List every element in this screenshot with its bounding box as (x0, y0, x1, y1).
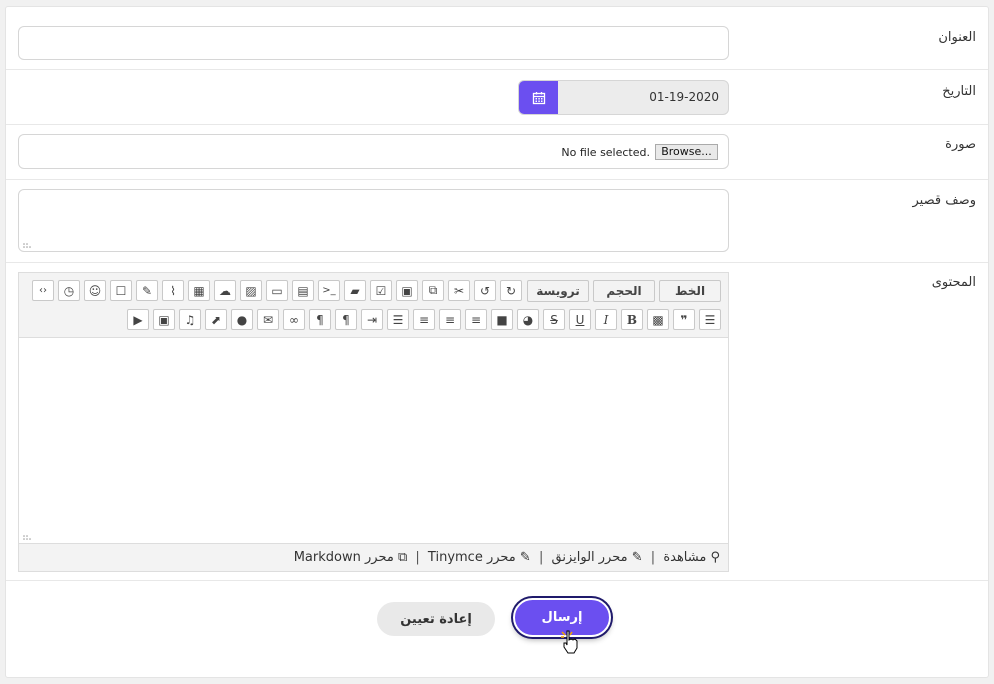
form-panel: العنوان التاريخ 01-19-2020 صورة No file … (5, 6, 989, 678)
align-right-icon[interactable]: ≡ (465, 309, 487, 330)
paste-icon[interactable]: ▣ (396, 280, 418, 301)
browse-button[interactable]: Browse... (655, 144, 718, 160)
size-dropdown[interactable]: الحجم (593, 280, 655, 302)
pilcrow-rtl-icon[interactable]: ¶ (335, 309, 357, 330)
underline-icon[interactable]: U (569, 309, 591, 330)
image-icon[interactable]: ▨ (240, 280, 262, 301)
wysiwyg-mode[interactable]: ✎ محرر الوايزنق (552, 544, 643, 571)
editor-toolbar: الخط الحجم ترويسة ↻ ↺ ✂ ⧉ ▣ ☑ ▰ >_ ▤ ▭ ▨… (18, 272, 729, 338)
image-row: صورة No file selected. Browse... (6, 125, 988, 180)
hand-cursor-icon (561, 630, 578, 654)
mail-icon[interactable]: ✉ (257, 309, 279, 330)
music-icon[interactable]: ♫ (179, 309, 201, 330)
copy-icon[interactable]: ⧉ (422, 280, 444, 301)
file-icon[interactable]: ▤ (292, 280, 314, 301)
list-icon[interactable]: ☰ (699, 309, 721, 330)
code-icon[interactable]: ‹› (32, 280, 54, 301)
pilcrow-icon[interactable]: ¶ (309, 309, 331, 330)
justify-icon[interactable]: ☰ (387, 309, 409, 330)
date-label: التاريخ (942, 84, 976, 99)
file-status: No file selected. (561, 146, 650, 159)
terminal-icon[interactable]: >_ (318, 280, 340, 301)
short-desc-row: وصف قصير (6, 180, 988, 263)
align-center-icon[interactable]: ≡ (439, 309, 461, 330)
quote-icon[interactable]: ❞ (673, 309, 695, 330)
markdown-mode[interactable]: ⧉ محرر Markdown (294, 544, 408, 571)
edit-icon[interactable]: ✎ (136, 280, 158, 301)
edit-square-icon[interactable]: ☐ (110, 280, 132, 301)
preview-label: مشاهدة (663, 550, 707, 565)
preview-mode[interactable]: ⚲ مشاهدة (663, 544, 720, 571)
bold-icon[interactable]: B (621, 309, 643, 330)
separator: | (538, 550, 544, 565)
square-icon[interactable]: ■ (491, 309, 513, 330)
file-input[interactable]: No file selected. Browse... (18, 134, 729, 169)
separator: | (650, 550, 656, 565)
markdown-label: محرر Markdown (293, 550, 394, 565)
calendar-button[interactable] (519, 81, 558, 114)
content-row: المحتوى الخط الحجم ترويسة ↻ ↺ ✂ ⧉ ▣ ☑ ▰ … (6, 263, 988, 581)
edit-icon: ✎ (631, 550, 643, 565)
resize-grip-icon[interactable] (23, 242, 31, 248)
align-left-icon[interactable]: ≡ (413, 309, 435, 330)
date-field[interactable]: 01-19-2020 (518, 80, 729, 115)
edit-icon: ✎ (519, 550, 531, 565)
link-icon[interactable]: ∞ (283, 309, 305, 330)
wysiwyg-label: محرر الوايزنق (551, 550, 628, 565)
archive-icon[interactable]: ▦ (188, 280, 210, 301)
title-input[interactable] (18, 26, 729, 60)
heading-dropdown[interactable]: ترويسة (527, 280, 589, 302)
youtube-icon[interactable]: ▶ (127, 309, 149, 330)
font-dropdown[interactable]: الخط (659, 280, 721, 302)
cut-icon[interactable]: ✂ (448, 280, 470, 301)
link-clip-icon[interactable]: ⌇ (162, 280, 184, 301)
tinymce-label: محرر Tinymce (427, 550, 516, 565)
search-icon: ⚲ (710, 550, 720, 565)
title-row: العنوان (6, 7, 988, 70)
reset-button[interactable]: إعادة تعيين (377, 602, 495, 636)
resize-grip-icon[interactable] (23, 534, 31, 540)
separator: | (415, 550, 420, 565)
short-desc-textarea[interactable] (18, 189, 729, 252)
tinymce-mode[interactable]: ✎ محرر Tinymce (428, 544, 531, 571)
redo-icon[interactable]: ↻ (500, 280, 522, 301)
content-label: المحتوى (931, 275, 976, 290)
qrcode-icon[interactable]: ▩ (647, 309, 669, 330)
image-label: صورة (945, 137, 976, 152)
windows-icon: ⧉ (397, 550, 408, 565)
image-up-icon[interactable]: ⬈ (205, 309, 227, 330)
comment-icon[interactable]: ● (231, 309, 253, 330)
eraser-icon[interactable]: ▰ (344, 280, 366, 301)
undo-icon[interactable]: ↺ (474, 280, 496, 301)
date-row: التاريخ 01-19-2020 (6, 70, 988, 125)
editor-mode-bar: ⚲ مشاهدة | ✎ محرر الوايزنق | ✎ محرر Tiny… (18, 543, 729, 572)
short-desc-label: وصف قصير (912, 193, 977, 208)
history-icon[interactable]: ◷ (58, 280, 80, 301)
submit-label: إرسال (541, 610, 583, 625)
palette-icon[interactable]: ◕ (517, 309, 539, 330)
smile-icon[interactable]: ☺ (84, 280, 106, 301)
date-value: 01-19-2020 (649, 90, 719, 104)
title-label: العنوان (938, 30, 976, 45)
calendar-icon (532, 91, 545, 104)
box-icon[interactable]: ▭ (266, 280, 288, 301)
video-icon[interactable]: ▣ (153, 309, 175, 330)
italic-icon[interactable]: I (595, 309, 617, 330)
content-editor[interactable] (18, 337, 729, 544)
upload-cloud-icon[interactable]: ☁ (214, 280, 236, 301)
indent-icon[interactable]: ⇥ (361, 309, 383, 330)
checkbox-icon[interactable]: ☑ (370, 280, 392, 301)
strikethrough-icon[interactable]: S (543, 309, 565, 330)
